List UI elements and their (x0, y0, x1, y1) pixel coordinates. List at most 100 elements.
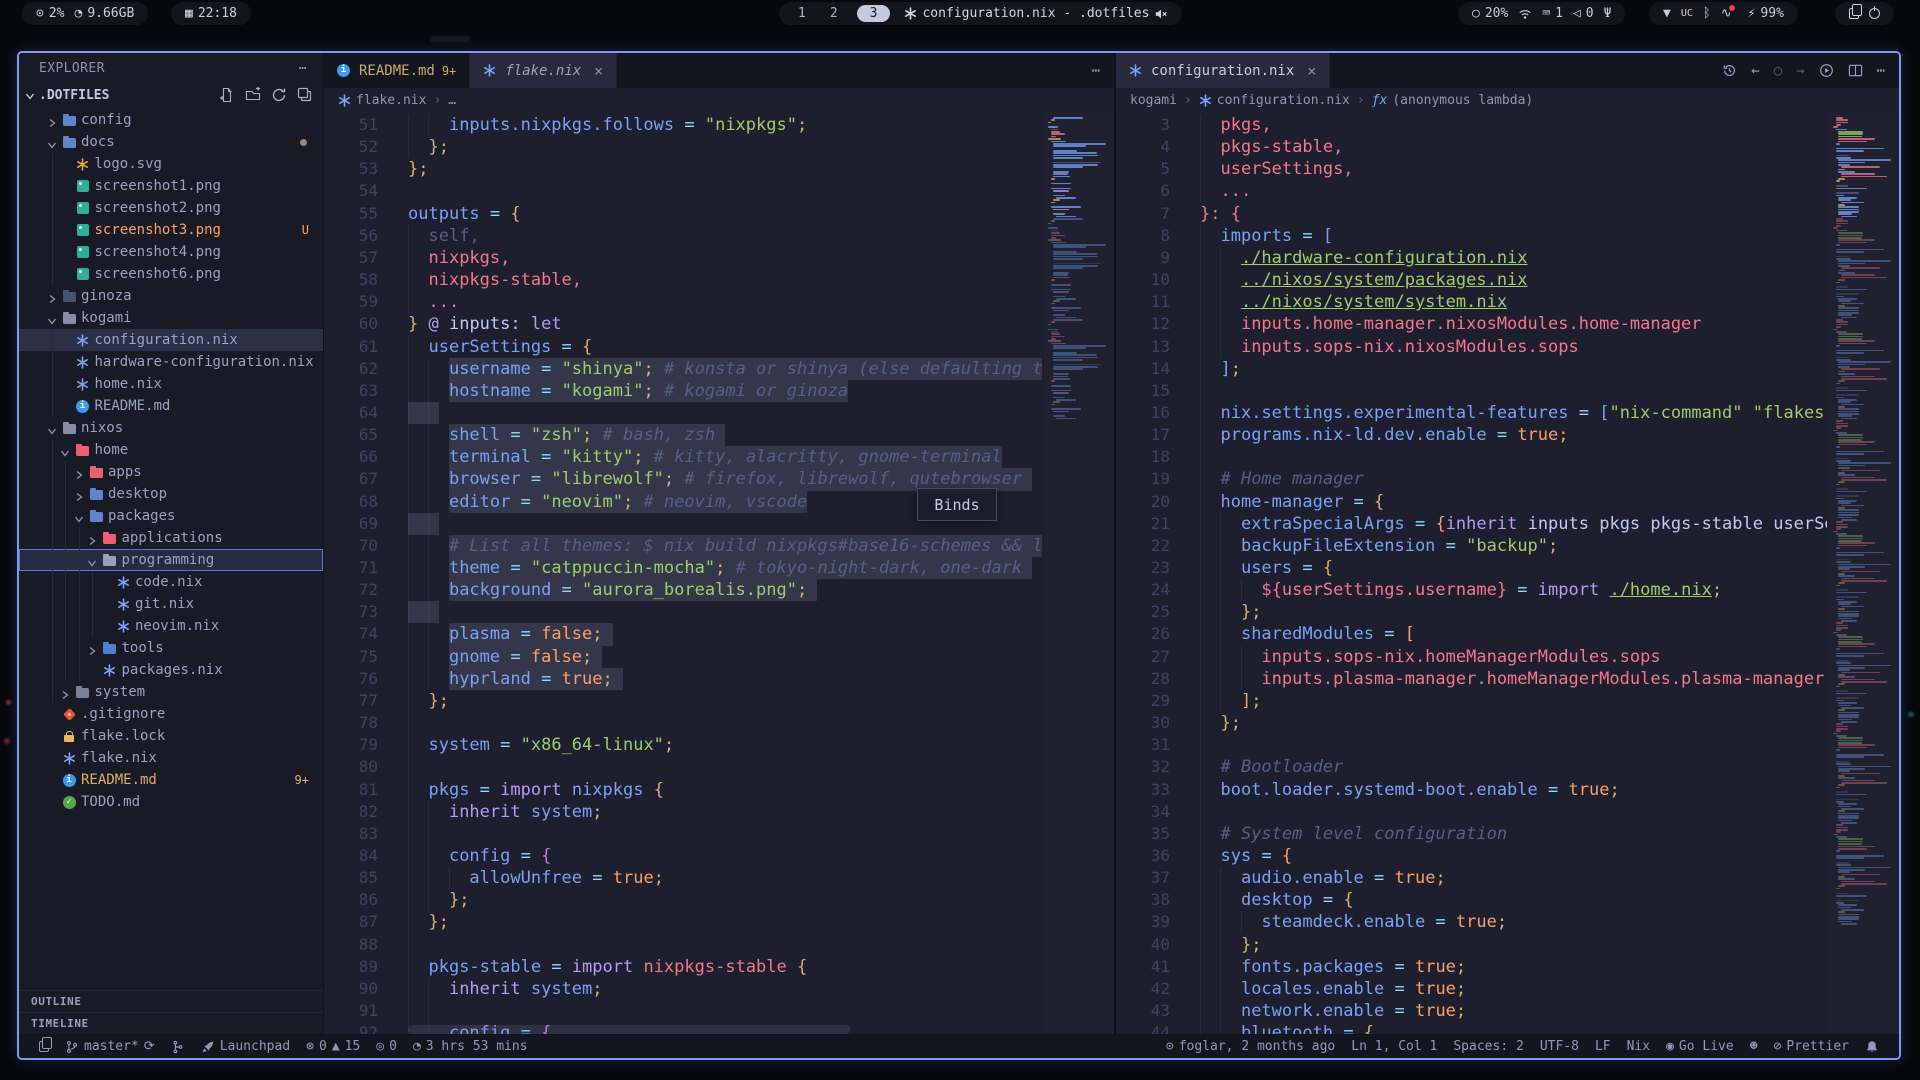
chevron-down-icon[interactable] (44, 311, 59, 326)
status-eol[interactable]: LF (1587, 1039, 1619, 1054)
status-launchpad[interactable]: Launchpad (193, 1039, 298, 1054)
tree-item-code-nix[interactable]: code.nix (19, 571, 323, 593)
tray-battery-pill[interactable]: ▼UCᛒ∿⚡99% (1649, 2, 1798, 25)
status-git-graph[interactable] (163, 1040, 193, 1054)
tray-notify[interactable]: ∿ (1721, 7, 1738, 20)
tree-item-screenshot6-png[interactable]: screenshot6.png (19, 263, 323, 285)
explorer-more-actions-icon[interactable]: ⋯ (299, 61, 307, 76)
chevron-down-icon[interactable] (71, 509, 86, 524)
close-icon[interactable]: × (594, 62, 603, 80)
status-encoding[interactable]: UTF-8 (1532, 1039, 1587, 1054)
microphone[interactable]: Ψ (1604, 7, 1612, 20)
run-icon[interactable] (1819, 63, 1834, 78)
tree-item-flake-nix[interactable]: flake.nix (19, 747, 323, 769)
status-git-branch[interactable]: master*⟳ (57, 1039, 163, 1054)
tree-item-flake-lock[interactable]: flake.lock (19, 725, 323, 747)
code-editor-configuration-nix[interactable]: 3 pkgs,4 pkgs-stable,5 userSettings,6 ..… (1116, 112, 1899, 1034)
tree-item-applications[interactable]: applications (19, 527, 323, 549)
nav-back-icon[interactable]: ← (1751, 63, 1759, 79)
tree-item--gitignore[interactable]: .gitignore (19, 703, 323, 725)
chevron-down-icon[interactable] (58, 443, 73, 458)
power[interactable] (1869, 8, 1880, 19)
status-ports[interactable]: ◎0 (368, 1039, 405, 1054)
horizontal-scrollbar[interactable] (408, 1025, 850, 1034)
session-pill[interactable] (1835, 2, 1894, 25)
tab-configuration-nix[interactable]: configuration.nix× (1116, 53, 1330, 88)
memory-usage[interactable]: ◔9.66GB (74, 6, 134, 21)
status-notifications[interactable] (1857, 1040, 1887, 1054)
timeline-icon[interactable] (1722, 63, 1737, 78)
chevron-down-icon[interactable] (25, 86, 35, 105)
status-cursor-position[interactable]: Ln 1, Col 1 (1343, 1039, 1445, 1054)
outline-section[interactable]: OUTLINE (19, 990, 323, 1012)
tree-item-configuration-nix[interactable]: configuration.nix (19, 329, 323, 351)
tree-item-screenshot1-png[interactable]: screenshot1.png (19, 175, 323, 197)
tree-item-kogami[interactable]: kogami (19, 307, 323, 329)
tree-item-desktop[interactable]: desktop (19, 483, 323, 505)
workspace-3[interactable]: 3 (857, 5, 891, 22)
breadcrumb-segment[interactable]: … (448, 93, 456, 108)
refresh-icon[interactable] (271, 87, 287, 103)
tree-item-git-nix[interactable]: git.nix (19, 593, 323, 615)
more-actions-icon[interactable]: ⋯ (1092, 63, 1100, 79)
workspace-1[interactable]: 1 (793, 6, 811, 21)
tree-item-hardware-configuration-nix[interactable]: hardware-configuration.nix (19, 351, 323, 373)
tree-item-screenshot3-png[interactable]: screenshot3.pngU (19, 219, 323, 241)
chevron-right-icon[interactable] (58, 685, 73, 700)
tree-item-todo-md[interactable]: ✓TODO.md (19, 791, 323, 813)
tree-item-packages-nix[interactable]: packages.nix (19, 659, 323, 681)
status-remote-window[interactable] (31, 1041, 57, 1052)
tree-item-readme-md[interactable]: iREADME.md (19, 395, 323, 417)
split-editor-icon[interactable] (1848, 63, 1863, 78)
clipboard[interactable] (1849, 8, 1859, 19)
tree-item-packages[interactable]: packages (19, 505, 323, 527)
tree-item-ginoza[interactable]: ginoza (19, 285, 323, 307)
chevron-right-icon[interactable] (44, 289, 59, 304)
brightness[interactable]: ○20% (1472, 6, 1508, 21)
chevron-down-icon[interactable] (85, 553, 100, 568)
status-time-tracker[interactable]: ◔3 hrs 53 mins (405, 1039, 536, 1054)
chevron-right-icon[interactable] (85, 531, 100, 546)
breadcrumb-segment[interactable]: flake.nix (338, 93, 426, 108)
tree-item-programming[interactable]: programming (19, 549, 323, 571)
more-actions-icon[interactable]: ⋯ (1877, 63, 1885, 79)
chevron-right-icon[interactable] (71, 465, 86, 480)
tab-flake-nix[interactable]: flake.nix× (470, 53, 617, 88)
workspace-title-pill[interactable]: 123configuration.nix - .dotfiles (779, 2, 1182, 25)
chevron-down-icon[interactable] (44, 421, 59, 436)
status-copilot[interactable]: ☻ (1742, 1040, 1766, 1053)
code-editor-flake-nix[interactable]: 51 inputs.nixpkgs.follows = "nixpkgs";52… (324, 112, 1114, 1034)
bluetooth[interactable]: ᛒ (1703, 7, 1711, 20)
close-icon[interactable]: × (1307, 62, 1316, 80)
new-file-icon[interactable] (219, 87, 235, 103)
wifi[interactable] (1518, 7, 1532, 21)
tree-item-neovim-nix[interactable]: neovim.nix (19, 615, 323, 637)
system-stats-pill[interactable]: ⊙2% ◔9.66GB (22, 2, 148, 25)
status-problems[interactable]: ⊗0▲15 (298, 1039, 368, 1054)
workspace-2[interactable]: 2 (825, 6, 843, 21)
tree-item-nixos[interactable]: nixos (19, 417, 323, 439)
chevron-right-icon[interactable] (44, 113, 59, 128)
status-prettier[interactable]: ⊘Prettier (1766, 1039, 1857, 1054)
tray-app[interactable]: UC (1681, 9, 1693, 19)
new-folder-icon[interactable] (245, 87, 261, 103)
breadcrumb-segment[interactable]: configuration.nix (1199, 93, 1350, 108)
status-go-live[interactable]: ◉Go Live (1658, 1039, 1742, 1054)
tree-item-home[interactable]: home (19, 439, 323, 461)
status-language-mode[interactable]: Nix (1619, 1039, 1658, 1054)
vpn[interactable]: ▼ (1663, 7, 1671, 20)
cpu-usage[interactable]: ⊙2% (36, 6, 64, 21)
status-indentation[interactable]: Spaces: 2 (1445, 1039, 1531, 1054)
timeline-section[interactable]: TIMELINE (19, 1012, 323, 1034)
tree-item-logo-svg[interactable]: logo.svg (19, 153, 323, 175)
breadcrumb-left[interactable]: flake.nix›… (324, 88, 1114, 112)
tree-item-readme-md[interactable]: iREADME.md9+ (19, 769, 323, 791)
breadcrumb-segment[interactable]: kogami (1130, 93, 1177, 108)
chevron-down-icon[interactable] (44, 135, 59, 150)
clock[interactable]: ▦22:18 (185, 6, 237, 21)
network-audio-pill[interactable]: ○20%⌨1◁0Ψ (1458, 2, 1625, 25)
status-git-blame[interactable]: ⊙foglar, 2 months ago (1158, 1039, 1343, 1054)
tree-item-docs[interactable]: docs (19, 131, 323, 153)
minimap[interactable] (1044, 112, 1114, 1034)
chevron-right-icon[interactable] (85, 641, 100, 656)
